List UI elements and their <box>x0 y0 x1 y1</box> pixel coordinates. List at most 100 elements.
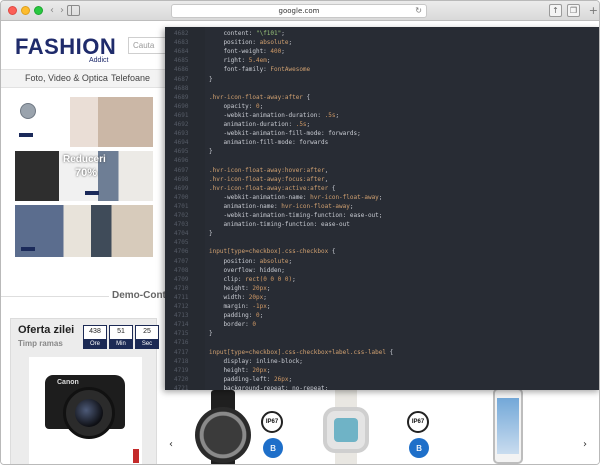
line-number: 4691 <box>174 111 189 119</box>
line-number: 4684 <box>174 48 189 56</box>
code-text: background-repeat: no-repeat; <box>209 384 329 390</box>
line-number: 4682 <box>174 30 189 37</box>
promo-banner-1[interactable] <box>15 97 153 147</box>
line-number: 4688 <box>174 84 189 92</box>
url-text: google.com <box>278 7 320 15</box>
close-window-button[interactable] <box>8 6 17 15</box>
ip67-badge-2: IP67 <box>407 411 429 433</box>
line-number: 4711 <box>174 293 189 301</box>
code-text: -webkit-animation-timing-function: ease-… <box>209 212 383 219</box>
line-number: 4700 <box>174 193 189 201</box>
line-number: 4719 <box>174 366 189 374</box>
browser-toolbar: ‹ › google.com ↻ ↑ ❐ + <box>1 1 599 21</box>
promo-banner-2[interactable]: Reduceri 70% <box>15 151 153 201</box>
line-number: 4687 <box>174 75 189 83</box>
code-text: margin: -1px; <box>209 303 271 310</box>
code-text: padding: 0; <box>209 312 264 320</box>
new-tab-icon[interactable]: + <box>589 5 598 16</box>
timer-minutes-value: 51 <box>110 326 132 339</box>
code-text: height: 20px; <box>209 366 271 374</box>
banner-2-discount: 70% <box>75 167 98 179</box>
smartwatch-1-image[interactable] <box>195 407 251 463</box>
banner-1-button[interactable] <box>19 133 33 137</box>
code-text: position: absolute; <box>209 257 293 265</box>
code-text: } <box>209 230 213 238</box>
line-number: 4704 <box>174 230 189 238</box>
code-text: } <box>209 148 213 156</box>
nav-item-telefoane[interactable]: Telefoane <box>111 73 150 83</box>
timer-seconds-value: 25 <box>136 326 158 339</box>
share-icon[interactable]: ↑ <box>549 4 562 17</box>
banner-3-button[interactable] <box>21 247 35 251</box>
carousel-next-arrow-icon[interactable]: › <box>583 439 587 450</box>
code-text: position: absolute; <box>209 39 293 47</box>
line-number: 4693 <box>174 130 189 138</box>
code-text: input[type=checkbox].css-checkbox { <box>209 248 336 256</box>
timer-hours: 438 Ore <box>83 325 107 349</box>
minimize-window-button[interactable] <box>21 6 30 15</box>
offer-title: Oferta zilei <box>18 324 75 336</box>
tabs-overview-icon[interactable]: ❐ <box>567 4 580 17</box>
reload-icon[interactable]: ↻ <box>415 5 422 17</box>
line-number: 4683 <box>174 39 189 47</box>
camera-accent <box>133 449 139 463</box>
address-bar[interactable]: google.com ↻ <box>171 4 427 18</box>
line-number: 4690 <box>174 102 189 110</box>
code-text: .hvr-icon-float-away:after { <box>209 93 311 101</box>
code-text: } <box>209 75 213 83</box>
line-number: 4720 <box>174 375 189 383</box>
camera-brand-label: Canon <box>57 379 79 386</box>
line-number: 4699 <box>174 184 189 192</box>
smartwatch-2-screen <box>334 418 358 442</box>
line-number: 4710 <box>174 284 189 292</box>
code-text: right: 5.4em; <box>209 57 271 65</box>
code-text: width: 20px; <box>209 293 267 301</box>
zoom-window-button[interactable] <box>34 6 43 15</box>
code-text: height: 20px; <box>209 284 271 292</box>
code-text: animation-fill-mode: forwards <box>209 139 329 147</box>
sidebar-toggle-icon[interactable] <box>67 5 80 16</box>
line-number: 4685 <box>174 57 189 65</box>
line-number: 4695 <box>174 148 189 156</box>
timer-hours-value: 438 <box>84 326 106 339</box>
ip67-badge: IP67 <box>261 411 283 433</box>
code-text: input[type=checkbox].css-checkbox+label.… <box>209 348 394 356</box>
line-number: 4698 <box>174 175 189 183</box>
smartphone-screen <box>497 398 519 454</box>
bluetooth-icon: ʙ <box>263 438 283 458</box>
line-number: 4709 <box>174 275 189 283</box>
line-number: 4712 <box>174 303 189 310</box>
offer-product-image[interactable]: Canon <box>29 357 142 464</box>
code-text: .hvr-icon-float-away:focus:after, <box>209 175 329 183</box>
line-number: 4702 <box>174 212 189 219</box>
line-number: 4713 <box>174 312 189 320</box>
code-text: display: inline-block; <box>209 357 303 365</box>
code-text: font-family: FontAwesome <box>209 66 311 74</box>
offer-subtitle: Timp ramas <box>18 339 63 348</box>
section-divider <box>1 296 109 297</box>
carousel-prev-arrow-icon[interactable]: ‹ <box>169 439 173 450</box>
banner-2-button[interactable] <box>85 191 99 195</box>
line-number: 4721 <box>174 384 189 390</box>
brand-badge-icon <box>20 103 36 119</box>
line-number: 4718 <box>174 357 189 365</box>
promo-banner-3[interactable] <box>15 205 153 257</box>
code-text: clip: rect(0 0 0 0); <box>209 275 296 283</box>
browser-window: ‹ › google.com ↻ ↑ ❐ + FASHION Addict Ca… <box>0 0 600 465</box>
timer-seconds-label: Sec <box>141 341 153 347</box>
code-editor-overlay[interactable]: 4682 content: "\f101"; 4683 position: abs… <box>165 27 599 390</box>
camera-lens-glass <box>75 399 103 427</box>
code-text: overflow: hidden; <box>209 266 285 274</box>
timer-minutes-label: Min <box>116 341 126 347</box>
line-number: 4686 <box>174 66 189 74</box>
code-text: border: 0 <box>209 321 256 329</box>
offer-of-the-day: Oferta zilei Timp ramas 438 Ore 51 Min 2… <box>10 318 159 464</box>
nav-item-foto-video[interactable]: Foto, Video & Optica <box>25 73 108 83</box>
code-text: animation-duration: .5s; <box>209 121 311 128</box>
code-text: .hvr-icon-float-away:active:after { <box>209 184 336 192</box>
bluetooth-icon-2: ʙ <box>409 438 429 458</box>
code-text: animation-timing-function: ease-out <box>209 221 350 229</box>
code-text: opacity: 0; <box>209 102 264 110</box>
code-text: -webkit-animation-name: hvr-icon-float-a… <box>209 193 383 201</box>
line-number: 4707 <box>174 257 189 265</box>
